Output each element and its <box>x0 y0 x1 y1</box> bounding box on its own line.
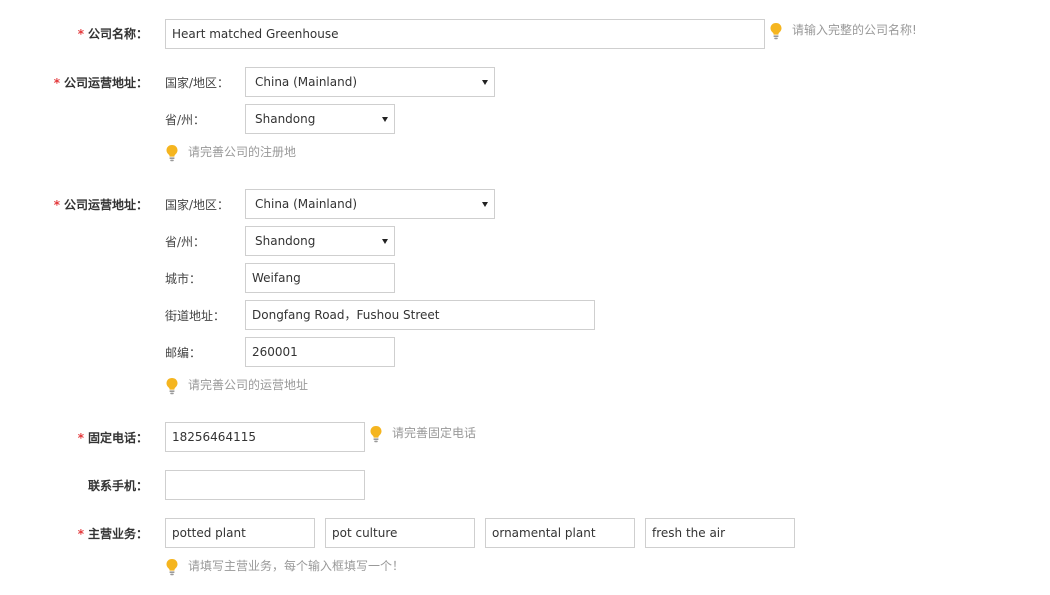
operating-address-hint: 请完善公司的运营地址 <box>188 378 309 392</box>
required-mark: * <box>77 527 84 541</box>
lightbulb-icon <box>770 23 782 40</box>
dropdown-arrow-icon <box>482 80 488 85</box>
registered-country-label: 国家/地区： <box>165 76 230 90</box>
operating-zip-input[interactable]: 260001 <box>245 337 395 367</box>
operating-province-label: 省/州： <box>165 235 206 249</box>
required-mark: * <box>53 76 60 90</box>
company-name-label: * 公司名称： <box>77 27 148 41</box>
registered-country-select[interactable]: China (Mainland) <box>245 67 495 97</box>
mobile-label: 联系手机： <box>87 479 148 493</box>
required-mark: * <box>77 431 84 445</box>
main-business-input-4[interactable]: fresh the air <box>645 518 795 548</box>
lightbulb-icon <box>370 426 382 443</box>
landline-hint: 请完善固定电话 <box>392 426 477 440</box>
operating-street-input[interactable]: Dongfang Road，Fushou Street <box>245 300 595 330</box>
landline-label: * 固定电话： <box>77 431 148 445</box>
landline-input[interactable]: 18256464115 <box>165 422 365 452</box>
operating-province-select[interactable]: Shandong <box>245 226 395 256</box>
operating-address-label: * 公司运营地址： <box>53 198 148 212</box>
operating-street-label: 街道地址： <box>165 309 226 323</box>
dropdown-arrow-icon <box>382 239 388 244</box>
main-business-hint: 请填写主营业务，每个输入框填写一个！ <box>188 559 405 573</box>
registered-province-label: 省/州： <box>165 113 206 127</box>
dropdown-arrow-icon <box>382 117 388 122</box>
dropdown-arrow-icon <box>482 202 488 207</box>
registered-province-select[interactable]: Shandong <box>245 104 395 134</box>
main-business-input-3[interactable]: ornamental plant <box>485 518 635 548</box>
company-name-hint: 请输入完整的公司名称! <box>792 23 917 37</box>
operating-city-label: 城市： <box>165 272 202 286</box>
operating-city-input[interactable]: Weifang <box>245 263 395 293</box>
required-mark: * <box>77 27 84 41</box>
registered-address-hint: 请完善公司的注册地 <box>188 145 297 159</box>
operating-country-select[interactable]: China (Mainland) <box>245 189 495 219</box>
operating-zip-label: 邮编： <box>165 346 202 360</box>
main-business-input-2[interactable]: pot culture <box>325 518 475 548</box>
main-business-input-1[interactable]: potted plant <box>165 518 315 548</box>
operating-country-label: 国家/地区： <box>165 198 230 212</box>
registered-address-label: * 公司运营地址： <box>53 76 148 90</box>
mobile-input[interactable] <box>165 470 365 500</box>
required-mark: * <box>53 198 60 212</box>
lightbulb-icon <box>166 559 178 576</box>
lightbulb-icon <box>166 145 178 162</box>
main-business-label: * 主营业务： <box>77 527 148 541</box>
company-name-input[interactable]: Heart matched Greenhouse <box>165 19 765 49</box>
lightbulb-icon <box>166 378 178 395</box>
